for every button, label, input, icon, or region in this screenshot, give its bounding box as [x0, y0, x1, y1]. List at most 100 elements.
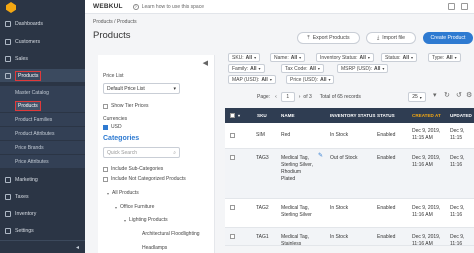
export-products-button[interactable]: ⤒ Export Products [297, 32, 360, 44]
filter-chip-name[interactable]: Name: All ▾ [270, 53, 306, 62]
sidebar-item-products[interactable]: Products [0, 69, 85, 82]
sidebar: Dashboards Customers Sales Products Mast… [0, 0, 85, 253]
price-list-select[interactable]: Default Price List ▾ [103, 83, 180, 94]
filter-chip-map[interactable]: MAP (USD): All ▾ [228, 75, 276, 84]
column-header-sku[interactable]: SKU [257, 108, 267, 123]
table-row[interactable]: TAG1 Medical Tag, Stainless In Stock Ena… [225, 228, 474, 246]
chip-label: Status: [385, 54, 401, 61]
checkbox-box [103, 103, 108, 109]
sidebar-item-customers[interactable]: Customers [0, 35, 85, 48]
table-row[interactable]: TAG3 Medical Tag, Sterling Silver, Rhodi… [225, 149, 474, 199]
column-header-name[interactable]: NAME [281, 108, 295, 123]
checkbox-label: USD [111, 124, 122, 130]
tree-node-lighting-products[interactable]: ▾ Lighting Products [124, 217, 168, 223]
subitem-price-brands[interactable]: Price Brands [0, 141, 85, 154]
filter-chip-tax-code[interactable]: Tax Code: All ▾ [281, 64, 324, 73]
filter-chip-sku[interactable]: SKU: All ▾ [228, 53, 261, 62]
edit-pencil-icon[interactable]: ✎ [318, 152, 323, 159]
dashboard-icon [5, 20, 11, 27]
column-header-created-at[interactable]: CREATED AT [412, 108, 441, 123]
expand-icon: ▾ [115, 204, 118, 210]
row-checkbox[interactable] [230, 155, 235, 160]
cell-updated: Dec 9, 11:15 [450, 128, 465, 141]
cell-updated: Dec 9, 11:16 [450, 155, 465, 168]
tree-node-label: All Products [112, 190, 139, 196]
checkbox-box [103, 124, 108, 130]
filter-chip-type[interactable]: Type: All ▾ [428, 53, 461, 62]
chip-label: SKU: [232, 54, 244, 61]
row-checkbox[interactable] [230, 133, 235, 138]
export-label: Export Products [312, 35, 350, 41]
chip-value: All [309, 65, 316, 72]
next-page-icon[interactable]: › [299, 94, 301, 100]
sidebar-item-dashboards[interactable]: Dashboards [0, 17, 85, 30]
chevron-down-icon: ▾ [454, 55, 457, 60]
import-file-button[interactable]: ⤓ Import file [366, 32, 416, 44]
refresh-icon[interactable]: ↻ [444, 91, 450, 99]
chip-label: Family: [232, 65, 249, 72]
subitem-master-catalog[interactable]: Master Catalog [0, 86, 85, 99]
filter-chip-price[interactable]: Price (USD): All ▾ [286, 75, 335, 84]
chevron-down-icon: ▾ [258, 66, 261, 71]
prev-page-icon[interactable]: ‹ [275, 94, 277, 100]
tree-node-all-products[interactable]: ▾ All Products [107, 190, 139, 196]
subitem-product-families[interactable]: Product Families [0, 113, 85, 126]
chip-label: Price (USD): [290, 76, 319, 83]
cell-inventory: Out of Stock [330, 155, 358, 161]
collapse-panel-icon[interactable]: ◀ [203, 59, 208, 67]
tree-node-headlamps[interactable]: Headlamps [142, 245, 167, 251]
table-row[interactable]: TAG2 Medical Tag, Sterling Silver In Sto… [225, 199, 474, 228]
sidebar-item-taxes[interactable]: Taxes [0, 190, 85, 203]
subitem-products[interactable]: Products [0, 99, 85, 112]
subitem-price-attributes[interactable]: Price Attributes [0, 155, 85, 168]
include-not-categorized-checkbox[interactable]: Include Not Categorized Products [103, 176, 186, 182]
column-header-updated[interactable]: UPDATED [450, 108, 472, 123]
cell-inventory: In Stock [330, 205, 349, 211]
tree-node-label: Lighting Products [129, 217, 168, 223]
currency-usd-checkbox[interactable]: USD [103, 124, 122, 130]
filter-chip-inventory-status[interactable]: Inventory Status: All ▾ [316, 53, 374, 62]
filter-chip-family[interactable]: Family: All ▾ [228, 64, 265, 73]
subitem-product-attributes[interactable]: Product Attributes [0, 127, 85, 140]
filter-toggle-icon[interactable]: ▾ [433, 91, 437, 99]
sidebar-item-label: Customers [15, 38, 41, 45]
sidebar-item-sales[interactable]: Sales [0, 52, 85, 65]
per-page-select[interactable]: 25 ▾ [408, 92, 426, 102]
currencies-label: Currencies [103, 116, 128, 122]
app-logo-icon[interactable] [6, 2, 16, 13]
search-icon[interactable] [448, 3, 455, 10]
column-header-inventory-status[interactable]: INVENTORY STATUS [330, 108, 375, 123]
create-product-button[interactable]: Create Product [423, 32, 473, 44]
row-checkbox[interactable] [230, 205, 235, 210]
brand-name[interactable]: WEBKUL [93, 3, 123, 10]
tree-node-label: Headlamps [142, 245, 168, 251]
select-all-dropdown-icon[interactable]: ▾ [238, 108, 240, 123]
taxes-icon [5, 193, 11, 200]
include-subcategories-checkbox[interactable]: Include Sub-Categories [103, 166, 163, 172]
page-number-input[interactable]: 1 [280, 92, 295, 102]
tree-node-office-furniture[interactable]: ▾ Office Furniture [115, 204, 154, 210]
table-header: ▾ SKU NAME INVENTORY STATUS STATUS CREAT… [225, 108, 474, 123]
settings-icon [5, 227, 11, 234]
sidebar-item-marketing[interactable]: Marketing [0, 173, 85, 186]
row-checkbox[interactable] [230, 234, 235, 239]
grid-settings-icon[interactable]: ⚙ [466, 91, 472, 99]
sidebar-item-inventory[interactable]: Inventory [0, 207, 85, 220]
sidebar-item-settings[interactable]: Settings [0, 224, 85, 237]
filter-chip-msrp[interactable]: MSRP (USD): All ▾ [337, 64, 389, 73]
table-row[interactable]: SIM Red In Stock Enabled Dec 9, 2019, 11… [225, 123, 474, 149]
sidebar-collapse-icon[interactable]: ◂ [76, 244, 79, 251]
column-header-status[interactable]: STATUS [377, 108, 395, 123]
show-tier-prices-checkbox[interactable]: Show Tier Prices [103, 103, 149, 109]
import-label: Import file [382, 35, 406, 41]
help-text: Learn how to use this space [141, 3, 204, 10]
tree-node-architectural-floodlighting[interactable]: Architectural Floodlighting [142, 231, 200, 237]
reset-icon[interactable]: ↺ [456, 91, 462, 99]
user-menu-icon[interactable] [461, 3, 468, 10]
select-all-checkbox[interactable] [230, 113, 235, 118]
category-quick-search[interactable]: Quick Search ⌕ [103, 147, 180, 158]
breadcrumb[interactable]: Products / Products [93, 19, 137, 25]
help-link[interactable]: ? Learn how to use this space [132, 3, 204, 10]
filter-chip-status[interactable]: Status: All ▾ [381, 53, 417, 62]
subitem-label: Price Brands [15, 144, 44, 151]
